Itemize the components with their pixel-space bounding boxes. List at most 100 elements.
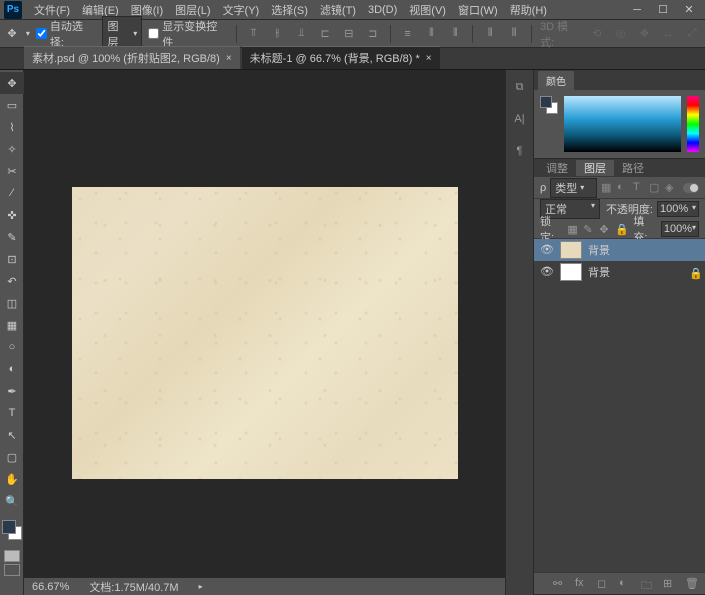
- pen-tool[interactable]: ✒: [0, 380, 24, 402]
- layer-name-2[interactable]: 背景: [588, 264, 610, 280]
- visibility-toggle-1[interactable]: 👁: [540, 243, 554, 257]
- crop-tool[interactable]: ✂: [0, 160, 24, 182]
- paragraph-panel-icon[interactable]: ¶: [509, 140, 531, 162]
- menu-type[interactable]: 文字(Y): [217, 2, 266, 18]
- zoom-tool[interactable]: 🔍: [0, 490, 24, 512]
- menu-select[interactable]: 选择(S): [265, 2, 314, 18]
- close-tab-1[interactable]: ×: [226, 53, 232, 64]
- doc-tab-1[interactable]: 素材.psd @ 100% (折射贴图2, RGB/8) ×: [24, 46, 240, 69]
- visibility-toggle-2[interactable]: 👁: [540, 265, 554, 279]
- character-panel-icon[interactable]: A|: [509, 108, 531, 130]
- link-layers-icon[interactable]: ⚯: [553, 577, 567, 591]
- panel-fg-swatch[interactable]: [540, 96, 552, 108]
- distribute-icon-1[interactable]: ≡: [399, 25, 417, 43]
- align-left-icon[interactable]: ⊏: [316, 25, 334, 43]
- move-tool[interactable]: ✥: [0, 72, 24, 94]
- move-tool-icon[interactable]: ✥: [4, 26, 20, 42]
- paths-tab[interactable]: 路径: [614, 160, 652, 176]
- minimize-button[interactable]: ─: [631, 4, 643, 16]
- eraser-tool[interactable]: ◫: [0, 292, 24, 314]
- type-tool[interactable]: T: [0, 402, 24, 424]
- history-panel-icon[interactable]: ⧉: [509, 76, 531, 98]
- align-right-icon[interactable]: ⊐: [364, 25, 382, 43]
- brush-tool[interactable]: ✎: [0, 226, 24, 248]
- canvas-image[interactable]: [72, 187, 458, 479]
- doc-info[interactable]: 文档:1.75M/40.7M: [89, 579, 178, 595]
- history-brush-tool[interactable]: ↶: [0, 270, 24, 292]
- distribute-icon-3[interactable]: ⦀: [446, 25, 464, 43]
- eyedropper-tool[interactable]: ⁄: [0, 182, 24, 204]
- auto-select-checkbox[interactable]: [36, 28, 47, 39]
- standard-mode-button[interactable]: [4, 550, 20, 562]
- path-selection-tool[interactable]: ↖: [0, 424, 24, 446]
- close-tab-2[interactable]: ×: [426, 53, 432, 64]
- lock-all-icon[interactable]: 🔒: [615, 223, 627, 235]
- filter-toggle[interactable]: [683, 183, 699, 193]
- filter-adjust-icon[interactable]: ◐: [617, 181, 631, 195]
- fill-input[interactable]: 100%▾: [661, 221, 699, 237]
- align-top-icon[interactable]: ⫪: [245, 25, 263, 43]
- color-panel-swatches[interactable]: [540, 96, 558, 114]
- menu-3d[interactable]: 3D(D): [362, 4, 403, 16]
- magic-wand-tool[interactable]: ✧: [0, 138, 24, 160]
- show-transform-checkbox[interactable]: [148, 28, 159, 39]
- lock-position-icon[interactable]: ✥: [599, 223, 611, 235]
- delete-layer-icon[interactable]: 🗑: [685, 577, 699, 591]
- filter-shape-icon[interactable]: ▢: [649, 181, 663, 195]
- lasso-tool[interactable]: ⌇: [0, 116, 24, 138]
- color-field[interactable]: [564, 96, 681, 152]
- menu-view[interactable]: 视图(V): [403, 2, 452, 18]
- rectangle-tool[interactable]: ▢: [0, 446, 24, 468]
- layer-row-2[interactable]: 👁 背景 🔒: [534, 261, 705, 283]
- tool-preset-dropdown[interactable]: ▾: [26, 29, 30, 38]
- canvas-area[interactable]: 66.67% 文档:1.75M/40.7M ▸: [24, 70, 505, 595]
- 3d-scale-icon[interactable]: ⤢: [683, 25, 701, 43]
- close-button[interactable]: ✕: [683, 4, 695, 16]
- layer-thumb-1[interactable]: [560, 241, 582, 259]
- distribute-icon-2[interactable]: ⦀: [423, 25, 441, 43]
- distribute-icon-5[interactable]: ⫴: [505, 25, 523, 43]
- zoom-level[interactable]: 66.67%: [32, 581, 69, 593]
- filter-pixel-icon[interactable]: ▦: [601, 181, 615, 195]
- layer-mask-icon[interactable]: ◻: [597, 577, 611, 591]
- layer-filter-select[interactable]: 类型▾: [550, 178, 597, 198]
- new-layer-icon[interactable]: ⊞: [663, 577, 677, 591]
- foreground-color-swatch[interactable]: [2, 520, 16, 534]
- layers-tab[interactable]: 图层: [576, 160, 614, 176]
- menu-help[interactable]: 帮助(H): [504, 2, 553, 18]
- 3d-slide-icon[interactable]: ↔: [659, 25, 677, 43]
- hand-tool[interactable]: ✋: [0, 468, 24, 490]
- 3d-pan-icon[interactable]: ✥: [636, 25, 654, 43]
- menu-window[interactable]: 窗口(W): [452, 2, 504, 18]
- adjustments-tab[interactable]: 调整: [538, 160, 576, 176]
- opacity-input[interactable]: 100%▾: [657, 201, 699, 217]
- maximize-button[interactable]: ☐: [657, 4, 669, 16]
- lock-pixels-icon[interactable]: ✎: [583, 223, 595, 235]
- clone-stamp-tool[interactable]: ⊡: [0, 248, 24, 270]
- distribute-icon-4[interactable]: ⫴: [481, 25, 499, 43]
- healing-brush-tool[interactable]: ✜: [0, 204, 24, 226]
- status-menu[interactable]: ▸: [199, 582, 203, 591]
- layer-row-1[interactable]: 👁 背景: [534, 239, 705, 261]
- align-bottom-icon[interactable]: ⫫: [292, 25, 310, 43]
- menu-layer[interactable]: 图层(L): [169, 2, 216, 18]
- gradient-tool[interactable]: ▦: [0, 314, 24, 336]
- color-swatches[interactable]: [0, 518, 24, 542]
- filter-smart-icon[interactable]: ◈: [665, 181, 679, 195]
- color-tab[interactable]: 颜色: [538, 71, 574, 90]
- dodge-tool[interactable]: ◐: [0, 358, 24, 380]
- marquee-tool[interactable]: ▭: [0, 94, 24, 116]
- blur-tool[interactable]: ○: [0, 336, 24, 358]
- hue-slider[interactable]: [687, 96, 699, 152]
- adjustment-layer-icon[interactable]: ◐: [619, 577, 633, 591]
- quickmask-mode-button[interactable]: [4, 564, 20, 576]
- menu-file[interactable]: 文件(F): [28, 2, 76, 18]
- layer-name-1[interactable]: 背景: [588, 242, 610, 258]
- doc-tab-2[interactable]: 未标题-1 @ 66.7% (背景, RGB/8) * ×: [242, 46, 440, 69]
- 3d-orbit-icon[interactable]: ⟲: [588, 25, 606, 43]
- layer-thumb-2[interactable]: [560, 263, 582, 281]
- layer-style-icon[interactable]: fx: [575, 577, 589, 591]
- align-hcenter-icon[interactable]: ⊟: [340, 25, 358, 43]
- new-group-icon[interactable]: 🗀: [641, 577, 655, 591]
- 3d-roll-icon[interactable]: ◎: [612, 25, 630, 43]
